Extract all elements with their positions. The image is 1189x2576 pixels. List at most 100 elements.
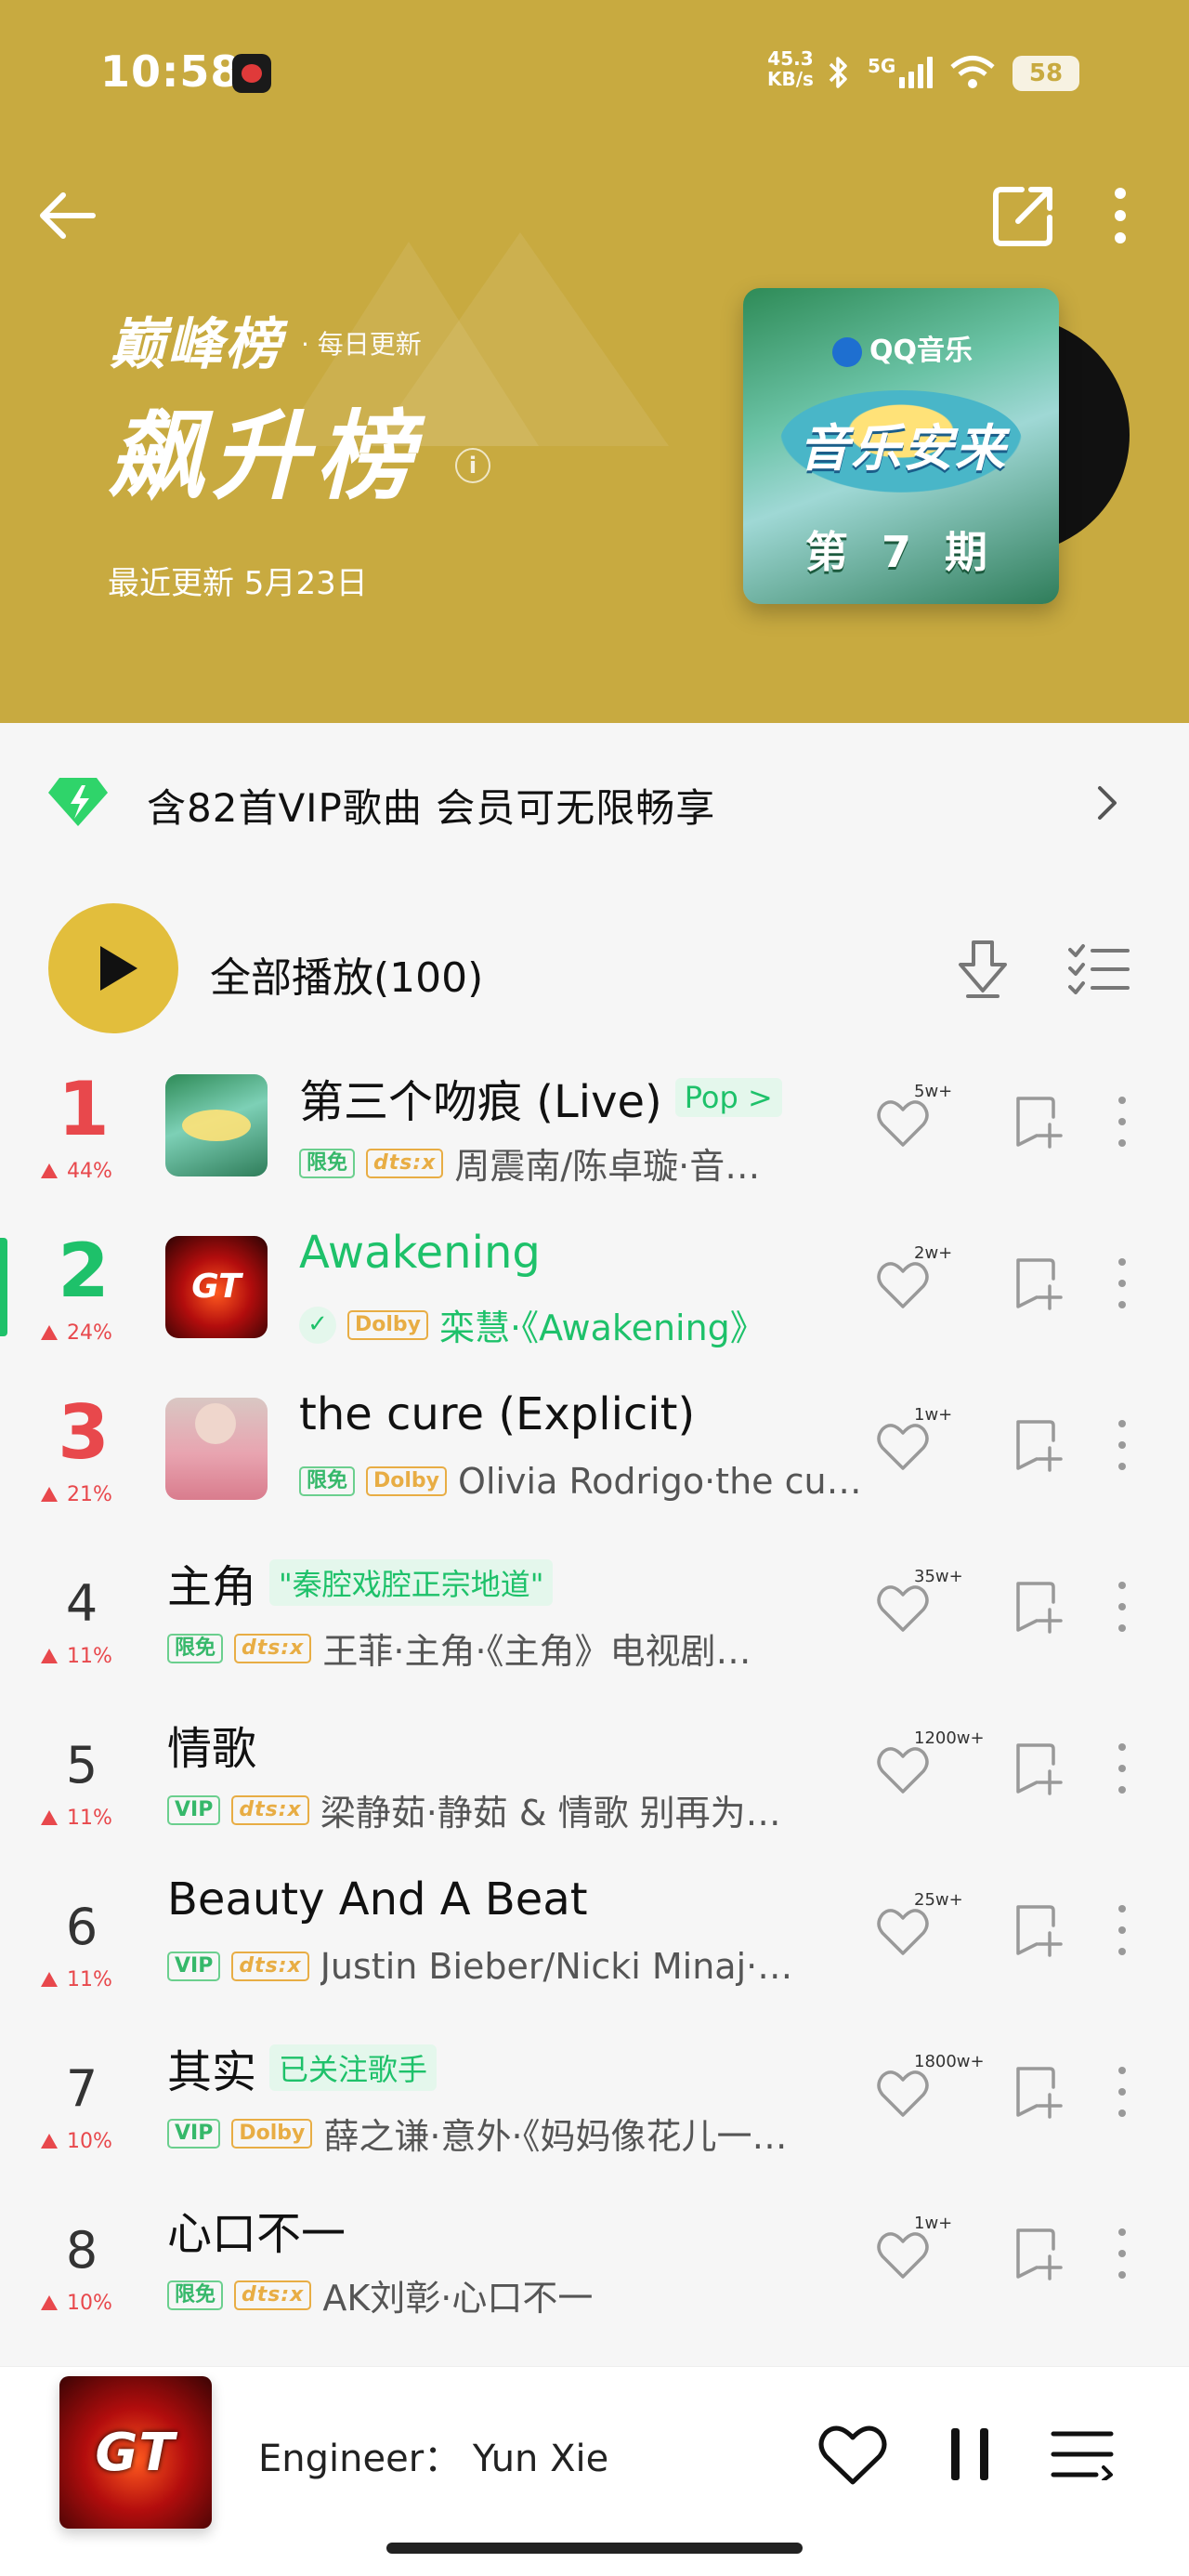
add-to-playlist-icon[interactable]	[1013, 1901, 1065, 1959]
add-to-playlist-icon[interactable]	[1013, 1093, 1065, 1150]
status-bar: 10:58 45.3 KB/s 5G 58	[0, 0, 1189, 149]
more-vertical-icon[interactable]	[1111, 1576, 1133, 1637]
song-title: 其实	[167, 2046, 257, 2098]
song-rank: 1	[58, 1066, 110, 1152]
chevron-right-icon	[1098, 786, 1117, 820]
song-artist: 薛之谦·意外·《妈妈像花儿一…	[323, 2116, 788, 2157]
song-row-playing[interactable]: 2 24% GT Awakening ✓ Dolby 栾慧·《Awakening…	[0, 1206, 1189, 1368]
rank-change: 21%	[41, 1483, 112, 1506]
heart-icon[interactable]	[875, 1256, 931, 1312]
heart-icon[interactable]	[875, 1903, 931, 1959]
song-row[interactable]: 1 44% 第三个吻痕 (Live) Pop > 限免 dts:x 周震南/陈卓…	[0, 1045, 1189, 1206]
dolby-badge: Dolby	[347, 1309, 429, 1340]
genre-tag[interactable]: Pop >	[674, 1078, 782, 1117]
share-icon[interactable]	[990, 182, 1057, 249]
more-vertical-icon[interactable]	[1102, 182, 1139, 249]
song-rank: 4	[65, 1574, 98, 1633]
like-count: 35w+	[914, 1567, 963, 1586]
song-title: 第三个吻痕 (Live)	[299, 1076, 662, 1128]
song-row[interactable]: 3 21% the cure (Explicit) 限免 Dolby Olivi…	[0, 1368, 1189, 1530]
more-vertical-icon[interactable]	[1111, 2223, 1133, 2284]
add-to-playlist-icon[interactable]	[1013, 1740, 1065, 1797]
rank-change: 44%	[41, 1160, 112, 1183]
like-count: 1w+	[914, 1405, 953, 1425]
vip-banner[interactable]: 含82首VIP歌曲 会员可无限畅享	[0, 723, 1189, 881]
song-title-row: 主角 "秦腔戏腔正宗地道"	[167, 1550, 554, 1615]
dolby-badge: Dolby	[231, 2118, 313, 2149]
song-rank: 2	[58, 1228, 110, 1314]
song-rank: 3	[58, 1389, 110, 1476]
song-title: Beauty And A Beat	[167, 1873, 588, 1925]
diamond-icon	[48, 778, 108, 826]
more-vertical-icon[interactable]	[1111, 1414, 1133, 1476]
vip-badge: VIP	[167, 1794, 221, 1825]
play-all-button[interactable]	[48, 903, 178, 1033]
more-vertical-icon[interactable]	[1111, 1091, 1133, 1152]
chart-cover-image[interactable]: QQ音乐 音乐安来 第 7 期	[743, 288, 1059, 604]
rank-change: 10%	[41, 2130, 112, 2153]
network-speed-value: 45.3	[767, 47, 814, 70]
heart-icon[interactable]	[875, 1741, 931, 1797]
rank-change: 24%	[41, 1321, 112, 1345]
add-to-playlist-icon[interactable]	[1013, 2225, 1065, 2282]
brand-subtitle: · 每日更新	[301, 328, 422, 360]
download-icon[interactable]	[955, 939, 1011, 1000]
multi-select-icon[interactable]	[1068, 942, 1130, 994]
now-playing-cover[interactable]: GT	[59, 2376, 212, 2529]
play-all-label[interactable]: 全部播放(100)	[210, 944, 483, 1004]
heart-icon[interactable]	[875, 1580, 931, 1636]
song-title-row: 心口不一	[167, 2197, 346, 2262]
home-indicator[interactable]	[386, 2543, 803, 2554]
song-meta-row: 限免 dts:x AK刘彰·心口不一	[167, 2269, 593, 2320]
info-icon[interactable]: i	[455, 448, 490, 483]
back-arrow-icon[interactable]	[35, 182, 102, 249]
song-meta-row: 限免 dts:x 周震南/陈卓璇·音…	[299, 1137, 760, 1189]
free-badge: 限免	[299, 1466, 356, 1496]
update-date: 最近更新 5月23日	[108, 565, 368, 602]
dts-badge: dts:x	[231, 1794, 309, 1825]
free-badge: 限免	[299, 1148, 356, 1178]
heart-icon[interactable]	[875, 2065, 931, 2121]
song-meta-row: ✓ Dolby 栾慧·《Awakening》	[299, 1299, 765, 1350]
downloaded-check-icon: ✓	[299, 1306, 336, 1344]
brand-name: 巅峰榜	[110, 312, 282, 377]
dts-badge: dts:x	[231, 1952, 309, 1981]
song-title-row: Beauty And A Beat	[167, 1873, 588, 1925]
pause-icon[interactable]	[947, 2425, 992, 2484]
add-to-playlist-icon[interactable]	[1013, 1416, 1065, 1474]
song-rank: 7	[65, 2059, 98, 2118]
status-time: 10:58	[100, 46, 242, 97]
song-rank: 6	[65, 1898, 98, 1956]
song-row[interactable]: 4 11% 主角 "秦腔戏腔正宗地道" 限免 dts:x 王菲·主角·《主角》电…	[0, 1530, 1189, 1691]
add-to-playlist-icon[interactable]	[1013, 2063, 1065, 2121]
song-row[interactable]: 6 11% Beauty And A Beat VIP dts:x Justin…	[0, 1853, 1189, 2015]
heart-icon[interactable]	[875, 1418, 931, 1474]
add-to-playlist-icon[interactable]	[1013, 1255, 1065, 1312]
song-title: 心口不一	[167, 2208, 346, 2260]
heart-icon[interactable]	[875, 2227, 931, 2282]
more-vertical-icon[interactable]	[1111, 2061, 1133, 2123]
status-icons: 5G	[827, 48, 996, 97]
song-meta-row: 限免 dts:x 王菲·主角·《主角》电视剧…	[167, 1623, 751, 1674]
song-artist: 梁静茹·静茹 & 情歌 别再为…	[320, 1793, 781, 1833]
song-row[interactable]: 7 10% 其实 已关注歌手 VIP Dolby 薛之谦·意外·《妈妈像花儿一……	[0, 2015, 1189, 2176]
song-cover	[165, 1074, 268, 1176]
brand-row: 巅峰榜 · 每日更新	[110, 299, 422, 380]
heart-icon[interactable]	[875, 1095, 931, 1150]
cover-text: GT	[95, 2423, 176, 2483]
more-vertical-icon[interactable]	[1111, 1738, 1133, 1799]
add-to-playlist-icon[interactable]	[1013, 1578, 1065, 1636]
heart-icon[interactable]	[817, 2423, 888, 2488]
like-count: 1800w+	[914, 2052, 985, 2071]
now-playing-text[interactable]: Engineer： Yun Xie	[258, 2428, 608, 2482]
playlist-icon[interactable]	[1050, 2428, 1115, 2480]
song-row[interactable]: 8 10% 心口不一 限免 dts:x AK刘彰·心口不一 1w+	[0, 2176, 1189, 2338]
cover-text: GT	[191, 1268, 242, 1306]
song-row[interactable]: 5 11% 情歌 VIP dts:x 梁静茹·静茹 & 情歌 别再为… 1200…	[0, 1691, 1189, 1853]
bluetooth-icon	[829, 57, 847, 88]
page-title: 飙升榜	[108, 400, 421, 513]
rank-change: 11%	[41, 1807, 112, 1830]
song-meta-row: VIP dts:x Justin Bieber/Nicki Minaj·…	[167, 1946, 792, 1987]
more-vertical-icon[interactable]	[1111, 1253, 1133, 1314]
more-vertical-icon[interactable]	[1111, 1899, 1133, 1961]
